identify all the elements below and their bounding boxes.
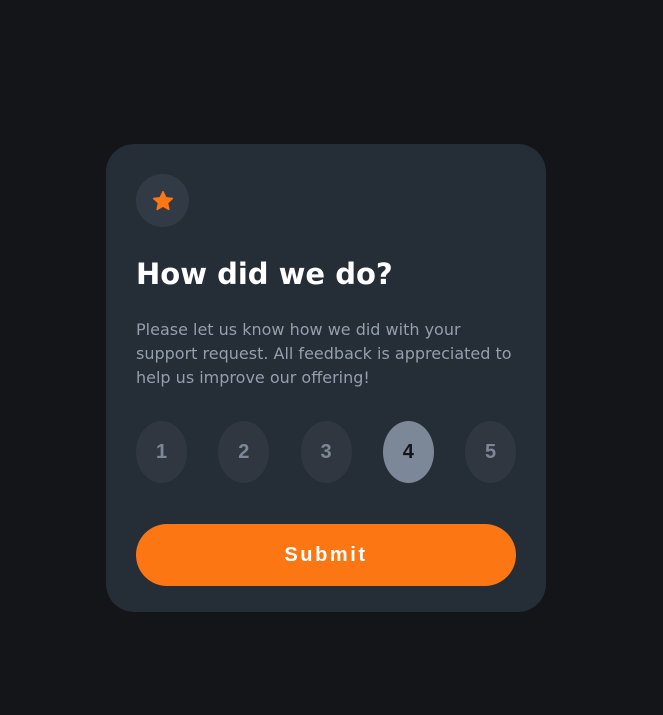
star-icon — [152, 190, 173, 210]
rating-button-1[interactable]: 1 — [136, 421, 187, 483]
card-title: How did we do? — [136, 257, 393, 291]
rating-button-5[interactable]: 5 — [465, 421, 516, 483]
card-description: Please let us know how we did with your … — [136, 320, 512, 387]
rating-options: 1 2 3 4 5 — [136, 421, 516, 483]
rating-button-3[interactable]: 3 — [300, 421, 352, 483]
rating-button-2[interactable]: 2 — [218, 421, 270, 483]
rating-button-4[interactable]: 4 — [382, 421, 434, 483]
star-icon-container — [136, 174, 189, 227]
submit-button[interactable]: Submit — [136, 524, 516, 586]
rating-card: How did we do? Please let us know how we… — [106, 144, 546, 612]
